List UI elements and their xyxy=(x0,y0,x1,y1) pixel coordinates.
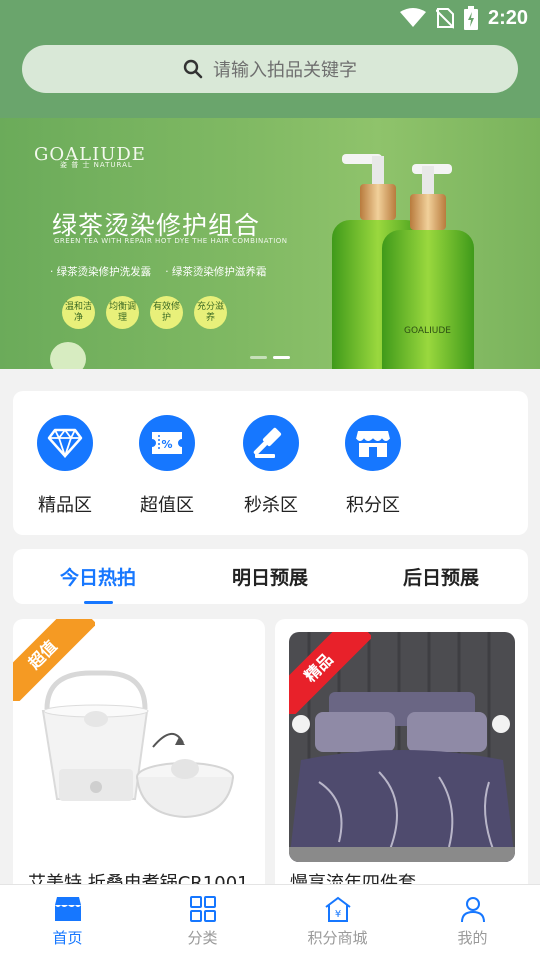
grid-icon xyxy=(189,896,216,922)
search-input[interactable]: 请输入拍品关键字 xyxy=(22,45,518,93)
banner-items: · 绿茶烫染修护洗发露 · 绿茶烫染修护滋养霜 xyxy=(50,264,266,279)
category-label: 积分区 xyxy=(346,495,400,516)
battery-charging-icon xyxy=(463,6,478,30)
wifi-icon xyxy=(399,8,426,27)
discount-ticket-icon: % xyxy=(152,432,182,454)
bottom-nav: 首页 分类 ¥ 积分商城 我的 xyxy=(0,884,540,960)
store-icon xyxy=(355,431,391,457)
banner-badge: 均衡调理 xyxy=(106,296,139,329)
diamond-icon xyxy=(47,428,83,458)
ribbon-label: 超值 xyxy=(13,619,95,701)
nav-category[interactable]: 分类 xyxy=(135,885,270,960)
category-label: 精品区 xyxy=(38,495,92,516)
svg-text:%: % xyxy=(161,438,172,451)
user-icon xyxy=(460,897,485,923)
nav-label: 积分商城 xyxy=(307,929,368,947)
tab-tomorrow[interactable]: 明日预展 xyxy=(232,563,308,590)
auction-hammer-icon xyxy=(253,427,282,458)
carousel-indicator[interactable] xyxy=(250,356,290,359)
category-boutique[interactable]: 精品区 xyxy=(25,415,105,517)
svg-text:¥: ¥ xyxy=(334,909,340,920)
boutique-ribbon: 精品 xyxy=(289,632,371,714)
category-label: 超值区 xyxy=(140,495,194,516)
tab-today[interactable]: 今日热拍 xyxy=(60,563,136,590)
tab-day-after[interactable]: 后日预展 xyxy=(403,563,479,590)
product-bottle-front: GOALIUDE xyxy=(382,164,474,369)
banner-headline-en: GREEN TEA WITH REPAIR HOT DYE THE HAIR C… xyxy=(54,237,288,245)
banner-badges: 温和洁净 均衡调理 有效修护 充分滋养 xyxy=(62,296,227,329)
status-time: 2:20 xyxy=(487,6,528,29)
points-mall-icon: ¥ xyxy=(324,896,351,922)
status-bar: 2:20 xyxy=(0,0,540,36)
bottle-label: GOALIUDE xyxy=(404,326,451,336)
home-store-icon xyxy=(54,897,81,921)
header: 2:20 请输入拍品关键字 xyxy=(0,0,540,118)
banner-item: · 绿茶烫染修护洗发露 xyxy=(50,266,152,278)
category-label: 秒杀区 xyxy=(244,495,298,516)
banner-badge: 温和洁净 xyxy=(62,296,95,329)
ribbon-label: 精品 xyxy=(289,632,371,714)
category-points[interactable]: 积分区 xyxy=(333,415,413,517)
brand-sublogo: 姿 普 士 NATURAL xyxy=(60,161,133,169)
tab-active-indicator xyxy=(84,601,113,604)
category-value[interactable]: % 超值区 xyxy=(127,415,207,517)
nav-points-mall[interactable]: ¥ 积分商城 xyxy=(270,885,405,960)
nav-label: 首页 xyxy=(52,929,83,947)
product-card[interactable]: 精品 慢享流年四件套 xyxy=(275,619,528,904)
category-flash-sale[interactable]: 秒杀区 xyxy=(231,415,311,517)
auction-tabs: 今日热拍 明日预展 后日预展 xyxy=(13,549,528,604)
category-card: 精品区 % 超值区 秒杀区 积分区 xyxy=(13,391,528,535)
banner-badge: 充分滋养 xyxy=(194,296,227,329)
search-icon xyxy=(183,59,203,79)
nav-home[interactable]: 首页 xyxy=(0,885,135,960)
banner-item: · 绿茶烫染修护滋养霜 xyxy=(165,266,267,278)
carousel-dot-active[interactable] xyxy=(273,356,290,359)
nav-label: 分类 xyxy=(187,929,218,947)
value-ribbon: 超值 xyxy=(13,619,95,701)
no-sim-icon xyxy=(435,8,454,29)
product-card[interactable]: 超值 艾美特 折叠电煮锅CR1001 xyxy=(13,619,265,904)
nav-label: 我的 xyxy=(457,929,488,947)
nav-mine[interactable]: 我的 xyxy=(405,885,540,960)
search-placeholder: 请输入拍品关键字 xyxy=(213,60,357,81)
promo-banner[interactable]: GOALIUDE 姿 普 士 NATURAL 绿茶烫染修护组合 GREEN TE… xyxy=(0,118,540,369)
green-fruit-decoration xyxy=(50,342,86,369)
carousel-dot[interactable] xyxy=(250,356,267,359)
banner-badge: 有效修护 xyxy=(150,296,183,329)
